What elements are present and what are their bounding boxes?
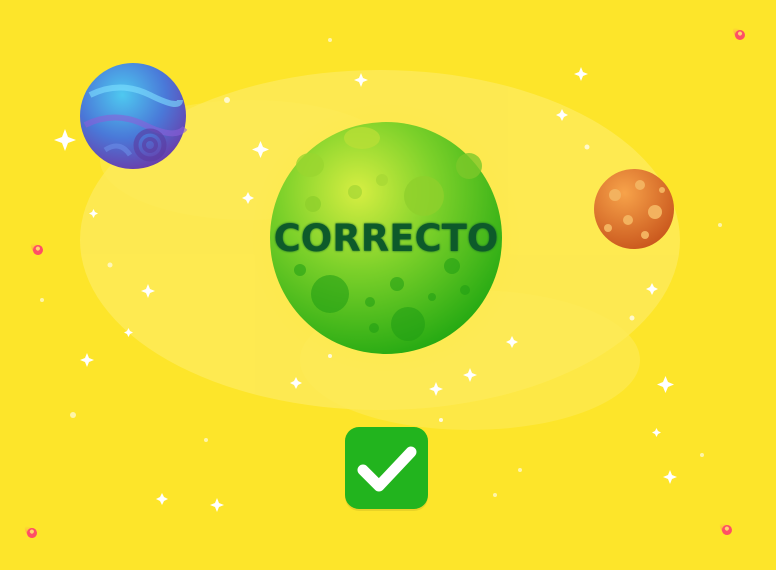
blue-planet [80,63,188,169]
checkmark-icon [357,446,417,492]
confirm-button[interactable] [345,427,428,509]
orange-planet [594,169,674,249]
result-label: CORRECTO [273,216,499,260]
